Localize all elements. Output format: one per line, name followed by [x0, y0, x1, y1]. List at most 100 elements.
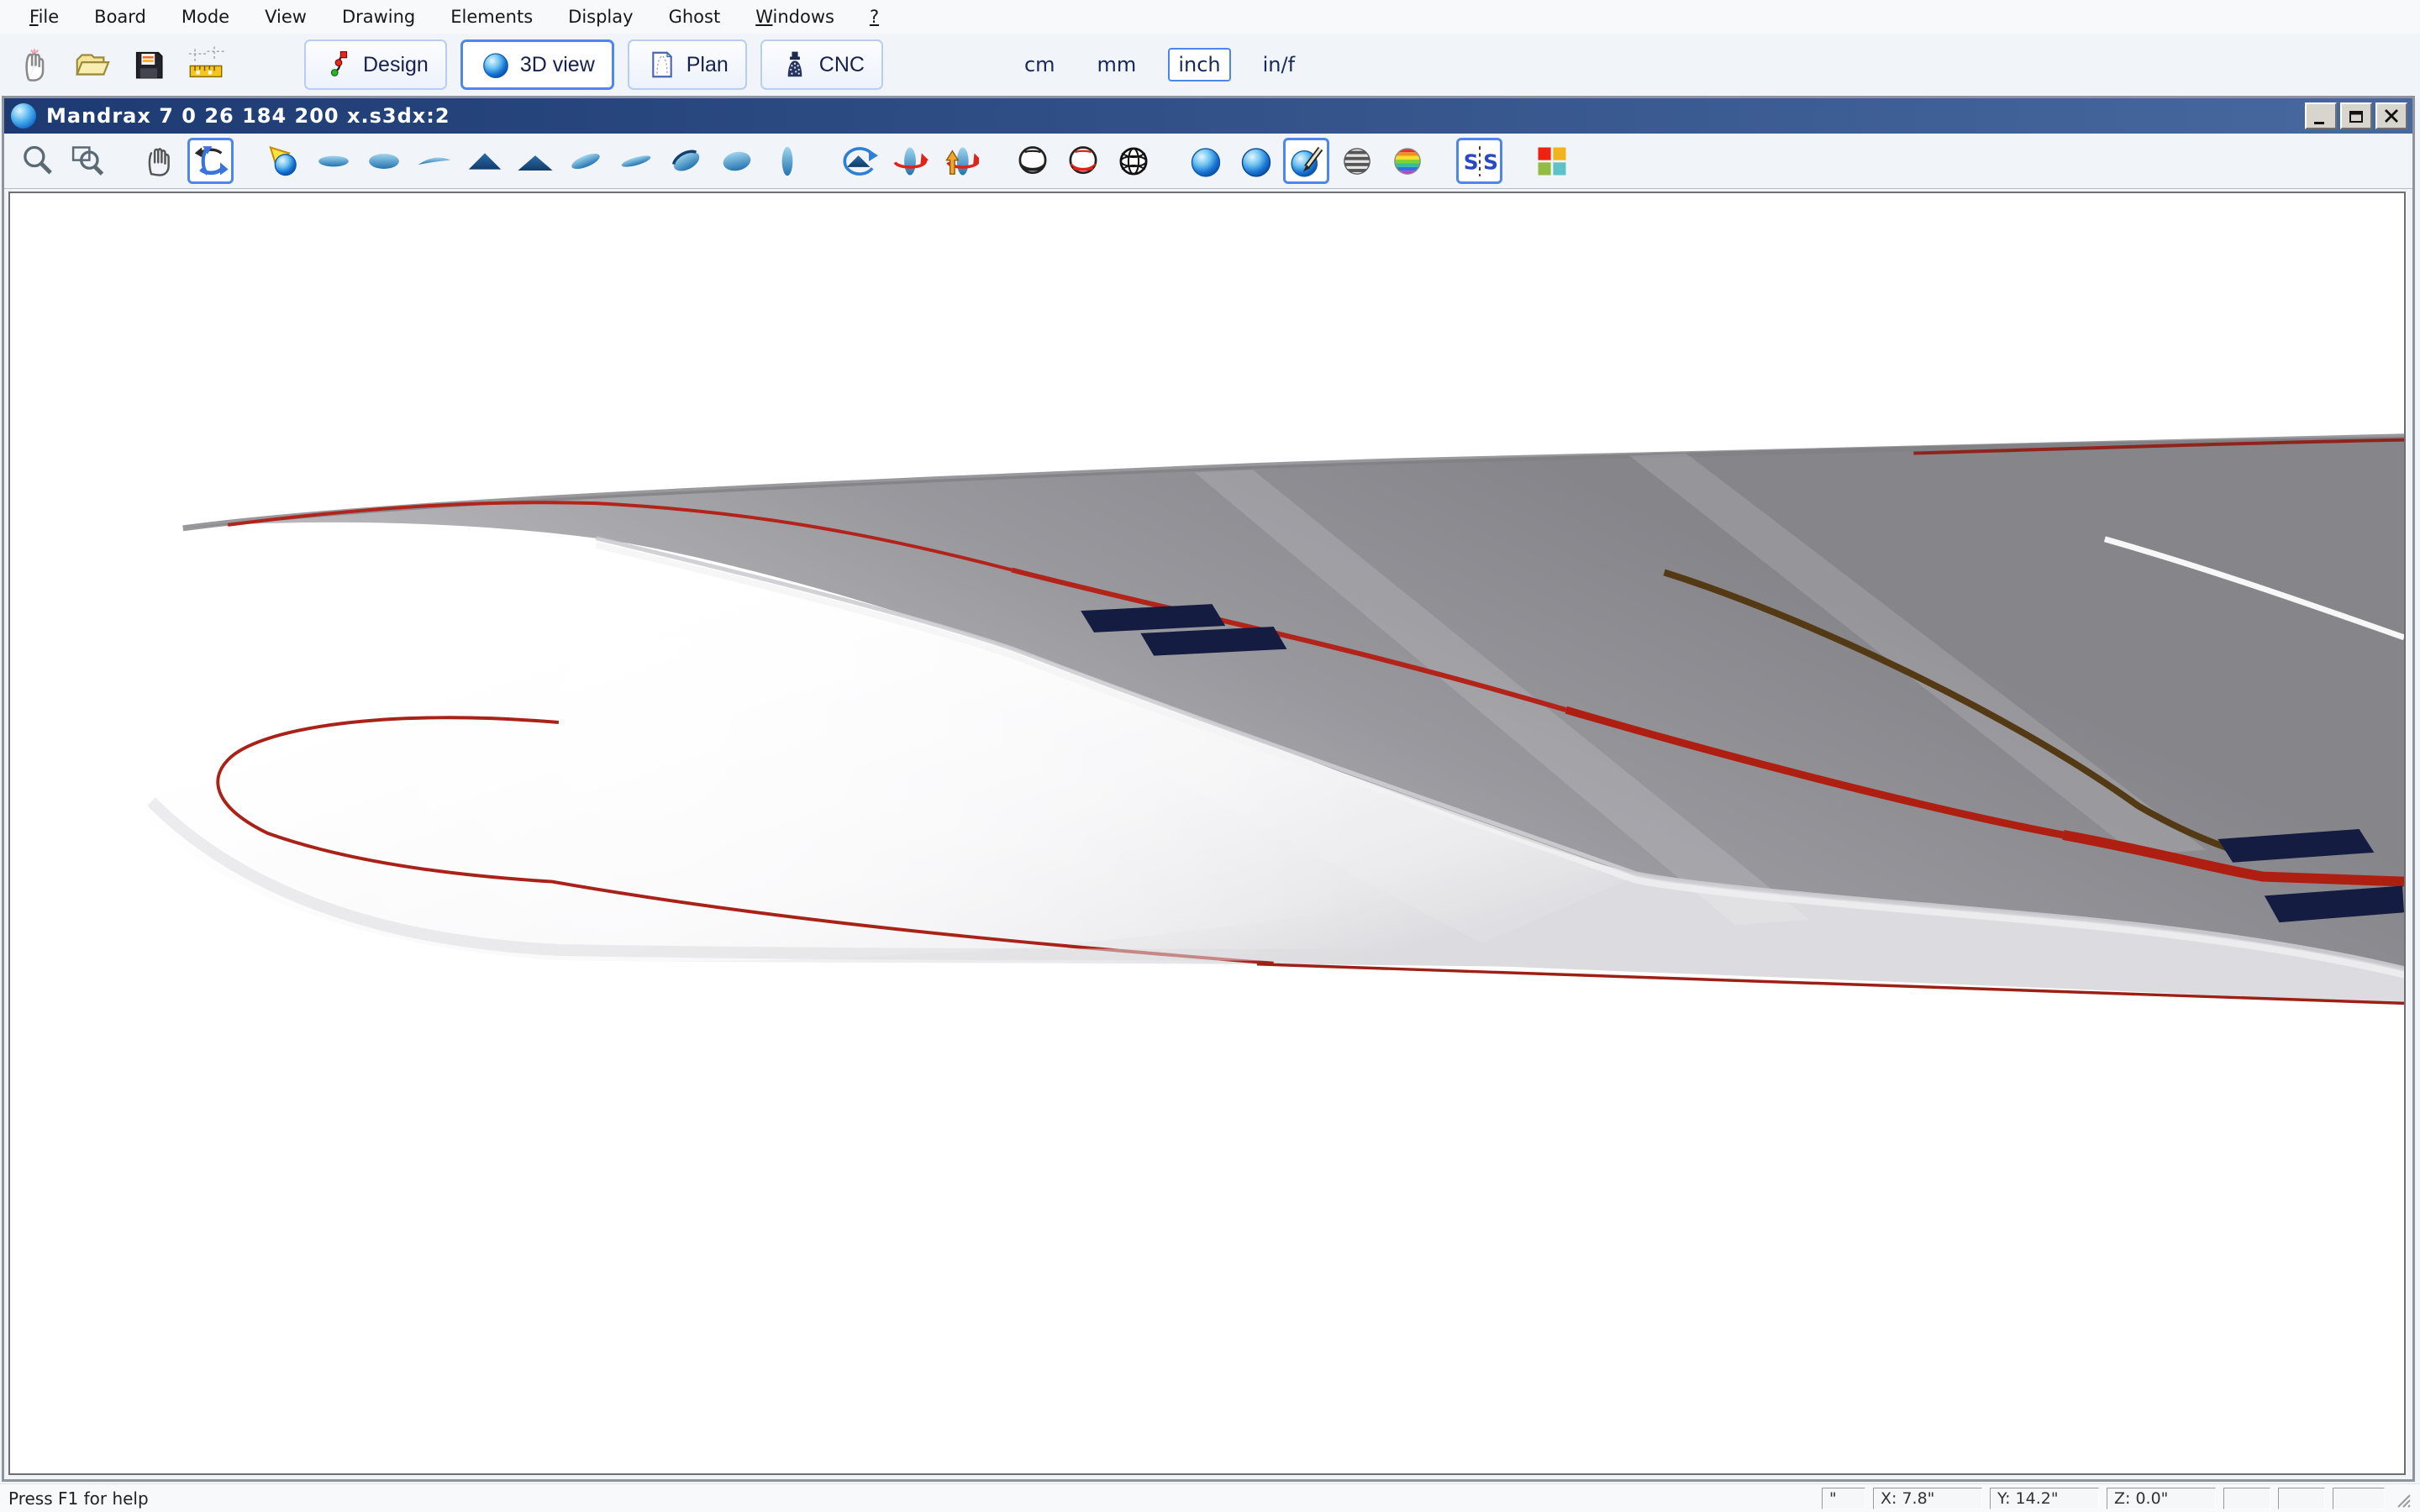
color-squares-button[interactable] [1528, 138, 1575, 184]
spin-horizontal-button[interactable] [886, 138, 933, 184]
menu-view[interactable]: View [247, 7, 324, 27]
light-button[interactable] [260, 138, 306, 184]
svg-text:S: S [1483, 150, 1498, 174]
zoom-window-button[interactable] [65, 138, 111, 184]
color-squares-icon [1534, 143, 1570, 180]
spin-vertical-button[interactable] [937, 138, 983, 184]
light-icon [265, 143, 302, 180]
view-front-wide-icon [517, 143, 554, 180]
pan-hand-button[interactable] [137, 138, 183, 184]
pointer-hand-button[interactable] [8, 39, 60, 91]
view-outline-solid-button[interactable] [360, 138, 407, 184]
toolbar-group [836, 138, 987, 184]
view-tilt-lens-button[interactable] [562, 138, 608, 184]
status-cell-x: X: 7.8" [1873, 1488, 1982, 1509]
zoom-window-icon [70, 143, 107, 180]
mode-button-label: Design [363, 53, 429, 77]
unit-option-cm[interactable]: cm [1014, 48, 1065, 81]
mode-button-design[interactable]: Design [304, 39, 447, 90]
toolbar-group: SS [1456, 138, 1507, 184]
symmetry-button[interactable]: SS [1456, 138, 1502, 184]
main-toolbar: Design 3D view Plan CNC cmmminch in/f [0, 34, 2420, 96]
view-tilt-blob-button[interactable] [713, 138, 760, 184]
spin-vertical-icon [942, 143, 979, 180]
unit-selector: cmmminch in/f [1014, 48, 1305, 81]
minimize-icon [2310, 105, 2332, 127]
restore-icon [2345, 105, 2367, 127]
view-rocker-icon [416, 143, 453, 180]
toolbar-group [260, 138, 814, 184]
sphere-contour-red-button[interactable] [1060, 138, 1106, 184]
render-smooth-icon [1187, 143, 1224, 180]
document-title-bar[interactable]: Mandrax 7 0 26 184 200 x.s3dx:2 [4, 98, 2412, 134]
app-sphere-icon [11, 103, 36, 129]
open-folder-button[interactable] [66, 39, 118, 91]
status-bar: Press F1 for help "X: 7.8"Y: 14.2"Z: 0.0… [0, 1483, 2420, 1512]
mode-button-label: CNC [819, 53, 865, 77]
minimize-button[interactable] [2305, 102, 2337, 129]
toolbar-group [14, 138, 115, 184]
restore-button[interactable] [2340, 102, 2372, 129]
rotate-3d-button[interactable] [187, 138, 234, 184]
status-help-text: Press F1 for help [8, 1488, 1814, 1509]
view-outline-top-button[interactable] [310, 138, 356, 184]
menu-bar: FileBoardModeViewDrawingElementsDisplayG… [0, 0, 2420, 34]
ruler-button[interactable] [180, 39, 232, 91]
application-window: FileBoardModeViewDrawingElementsDisplayG… [0, 0, 2420, 1512]
view-tilt-thin-icon [618, 143, 655, 180]
view-tilt-thin-button[interactable] [613, 138, 659, 184]
menu-drawing[interactable]: Drawing [324, 7, 433, 27]
ruler-icon [187, 45, 225, 84]
svg-text:S: S [1463, 150, 1478, 174]
rotate-loop-button[interactable] [836, 138, 882, 184]
close-button[interactable] [2375, 102, 2407, 129]
save-button[interactable] [123, 39, 175, 91]
toolbar-group [1009, 138, 1160, 184]
menu-display[interactable]: Display [550, 7, 650, 27]
status-cell-empty [2333, 1488, 2385, 1509]
mode-button-3d-view[interactable]: 3D view [460, 39, 614, 90]
sphere-wireframe-icon [1115, 143, 1152, 180]
menu-file[interactable]: File [12, 7, 76, 27]
viewport-3d[interactable] [8, 192, 2406, 1475]
render-smooth-button[interactable] [1182, 138, 1228, 184]
render-rainbow-icon [1389, 143, 1426, 180]
status-cell-z: Z: 0.0" [2107, 1488, 2216, 1509]
unit-option-inch[interactable]: inch [1168, 48, 1230, 81]
mode-button-plan[interactable]: Plan [628, 39, 747, 90]
symmetry-icon: SS [1461, 143, 1498, 180]
view-tilt-board-button[interactable] [663, 138, 709, 184]
render-design-button[interactable] [1283, 138, 1329, 184]
mode-button-cnc[interactable]: CNC [760, 39, 883, 90]
render-stripes-icon [1339, 143, 1376, 180]
view-outline-solid-icon [366, 143, 402, 180]
unit-option-mm[interactable]: mm [1087, 48, 1147, 81]
menu-windows[interactable]: Windows [738, 7, 852, 27]
menu-mode[interactable]: Mode [164, 7, 247, 27]
view-toolbar: SS [4, 134, 2412, 189]
sphere-wireframe-button[interactable] [1110, 138, 1156, 184]
menu-board[interactable]: Board [76, 7, 164, 27]
toolbar-group [1182, 138, 1434, 184]
view-vertical-lens-button[interactable] [764, 138, 810, 184]
sphere-contour-button[interactable] [1009, 138, 1055, 184]
render-shaded-button[interactable] [1233, 138, 1279, 184]
document-window: Mandrax 7 0 26 184 200 x.s3dx:2 SS [2, 96, 2415, 1482]
status-cell-unit: " [1822, 1488, 1865, 1509]
view-rocker-button[interactable] [411, 138, 457, 184]
render-shaded-icon [1238, 143, 1275, 180]
view-front-wide-button[interactable] [512, 138, 558, 184]
menu-elements[interactable]: Elements [433, 7, 550, 27]
render-rainbow-button[interactable] [1384, 138, 1430, 184]
unit-option-in-f[interactable]: in/f [1253, 48, 1305, 81]
render-stripes-button[interactable] [1334, 138, 1380, 184]
menu-[interactable]: ? [852, 7, 897, 27]
status-coordinate-cells: "X: 7.8"Y: 14.2"Z: 0.0" [1814, 1488, 2385, 1509]
rotate-loop-icon [841, 143, 878, 180]
view-tilt-board-icon [668, 143, 705, 180]
view-tilt-blob-icon [718, 143, 755, 180]
menu-ghost[interactable]: Ghost [651, 7, 739, 27]
zoom-button[interactable] [14, 138, 60, 184]
resize-grip-icon[interactable] [2391, 1488, 2412, 1509]
view-front-button[interactable] [461, 138, 508, 184]
